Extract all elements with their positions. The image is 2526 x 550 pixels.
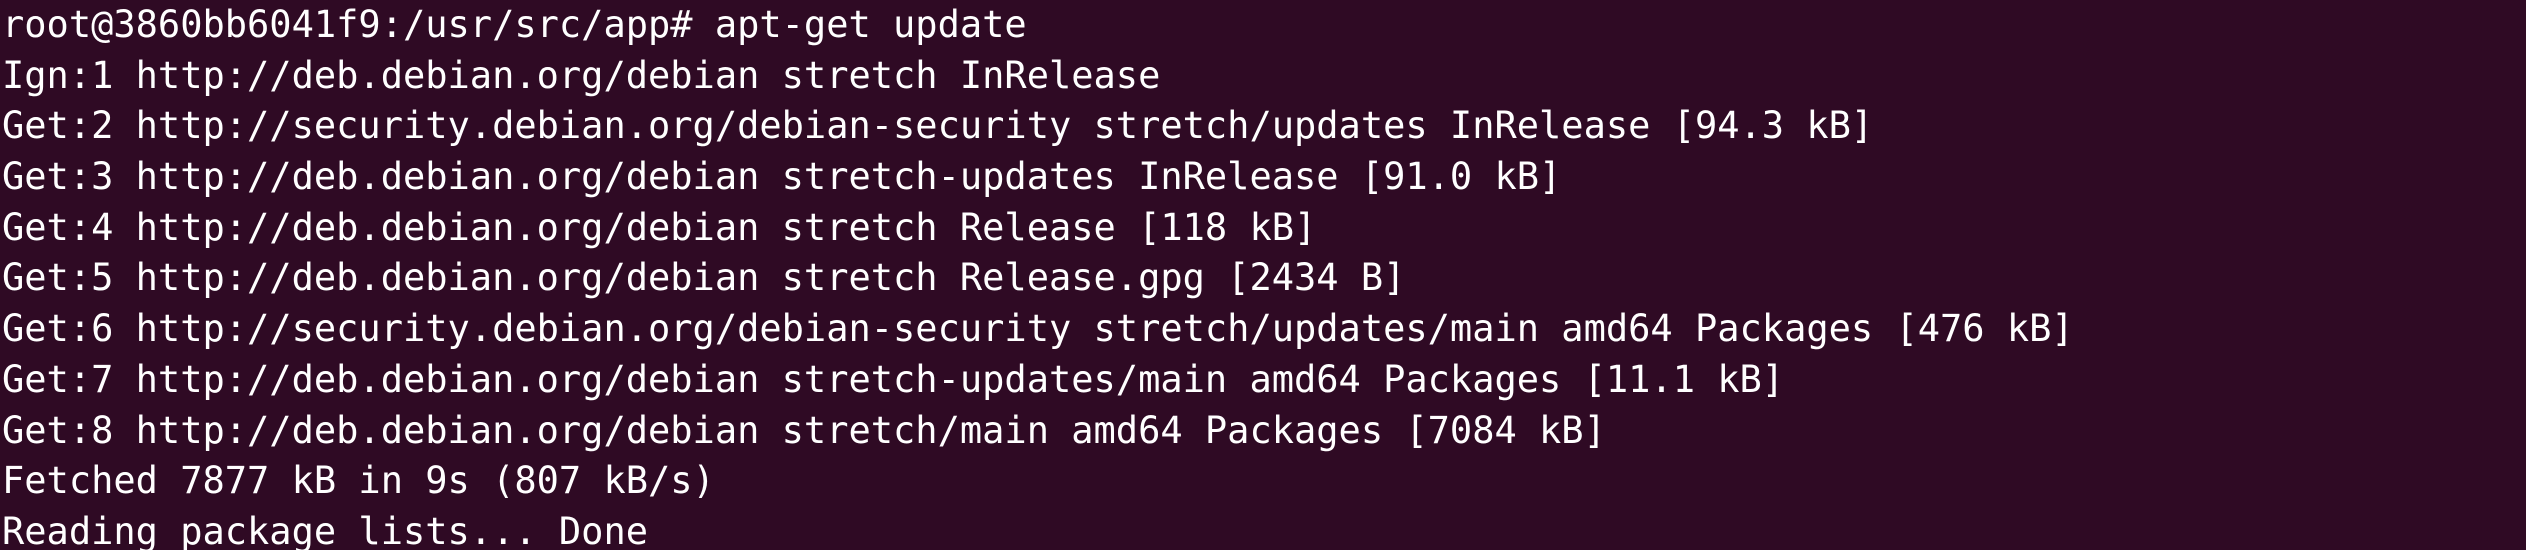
output-line: Reading package lists... Done	[2, 509, 649, 550]
output-line: Get:5 http://deb.debian.org/debian stret…	[2, 256, 1406, 300]
output-line: Get:7 http://deb.debian.org/debian stret…	[2, 357, 1785, 401]
output-line: Get:2 http://security.debian.org/debian-…	[2, 104, 1874, 148]
output-line: Get:8 http://deb.debian.org/debian stret…	[2, 408, 1606, 452]
terminal-window[interactable]: root@3860bb6041f9:/usr/src/app# apt-get …	[0, 0, 2526, 550]
output-line: Get:4 http://deb.debian.org/debian stret…	[2, 205, 1317, 249]
output-line: Get:3 http://deb.debian.org/debian stret…	[2, 155, 1562, 199]
prompt-line: root@3860bb6041f9:/usr/src/app# apt-get …	[2, 3, 1027, 46]
output-line: Ign:1 http://deb.debian.org/debian stret…	[2, 53, 1161, 97]
output-line: Get:6 http://security.debian.org/debian-…	[2, 307, 2074, 351]
output-line: Fetched 7877 kB in 9s (807 kB/s)	[2, 459, 715, 503]
